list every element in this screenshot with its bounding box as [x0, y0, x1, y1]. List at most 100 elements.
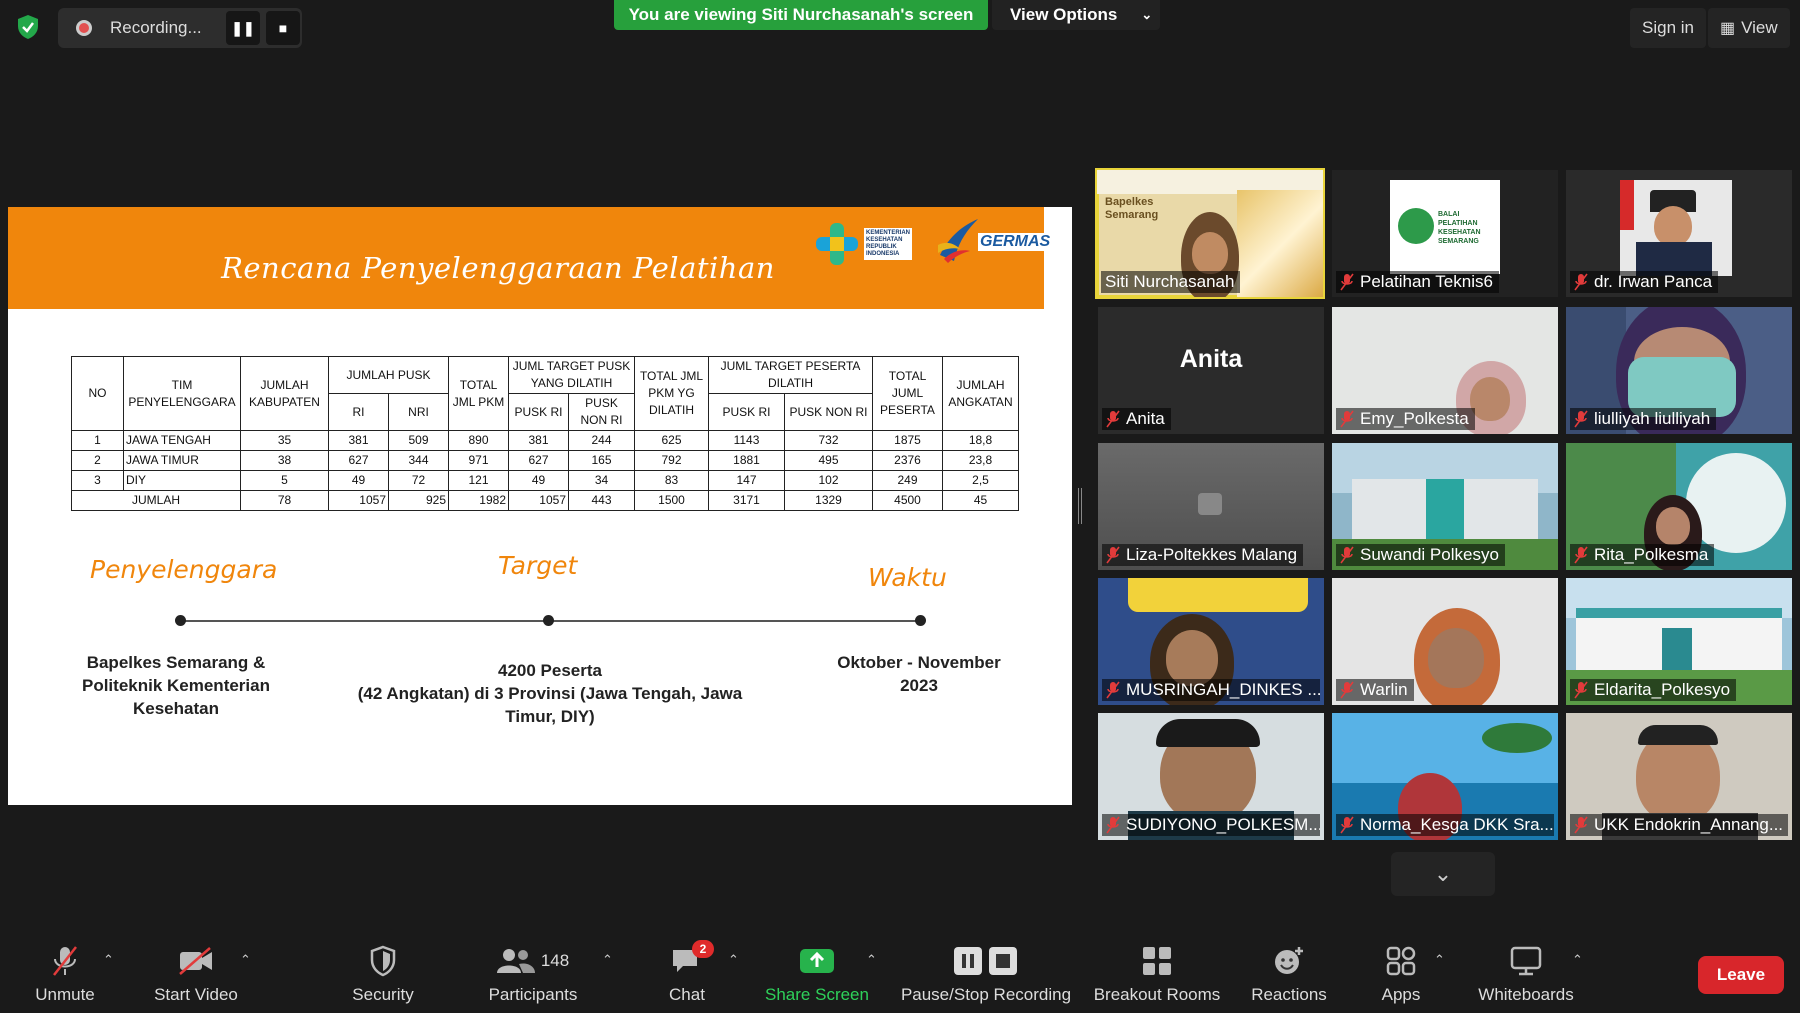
- cell-total-label: JUMLAH: [71, 490, 241, 511]
- security-shield-icon[interactable]: [14, 13, 42, 41]
- participants-label: Participants: [488, 985, 578, 1004]
- participant-tile[interactable]: Suwandi Polkesyo: [1332, 443, 1558, 570]
- cell-total-dilatih: 1500: [634, 490, 709, 511]
- pause-stop-label: Pause/Stop Recording: [900, 985, 1072, 1004]
- start-video-button[interactable]: Start Video: [146, 930, 246, 1013]
- mic-muted-icon: [1574, 410, 1588, 428]
- participant-name: Liza-Poltekkes Malang: [1102, 544, 1304, 566]
- smiley-plus-icon: [1273, 943, 1305, 979]
- th-pusk-ri: PUSK RI: [508, 393, 569, 431]
- participant-tile[interactable]: Warlin: [1332, 578, 1558, 705]
- person-face: [1166, 630, 1218, 686]
- cell-pusk-non-ri: 443: [568, 490, 635, 511]
- leave-button[interactable]: Leave: [1698, 956, 1784, 994]
- th-angkatan: JUMLAH ANGKATAN: [942, 356, 1019, 431]
- security-button[interactable]: Security: [340, 930, 426, 1013]
- table-row: 1 JAWA TENGAH 35 381 509 890 381 244 625…: [71, 430, 1019, 451]
- participant-tile[interactable]: BALAI PELATIHAN KESEHATAN SEMARANG Pelatih…: [1332, 170, 1558, 297]
- participant-tile[interactable]: Bapelkes Semarang Siti Nurchasanah: [1095, 168, 1325, 299]
- participant-name-label: UKK Endokrin_Annang...: [1594, 815, 1784, 834]
- participant-tile[interactable]: liulliyah liulliyah: [1566, 307, 1792, 434]
- video-options-caret-icon[interactable]: ⌃: [240, 952, 251, 968]
- participant-tile[interactable]: UKK Endokrin_Annang...: [1566, 713, 1792, 840]
- cell-kab: 5: [240, 470, 329, 491]
- apps-button[interactable]: Apps: [1366, 930, 1436, 1013]
- building: [1352, 479, 1538, 543]
- whiteboards-button[interactable]: Whiteboards: [1468, 930, 1584, 1013]
- participant-tile[interactable]: dr. Irwan Panca: [1566, 170, 1792, 297]
- kemenkes-cross-icon: [816, 223, 858, 265]
- mic-muted-icon: [1340, 816, 1354, 834]
- cell-peserta-non-ri: 1329: [784, 490, 873, 511]
- participant-tile[interactable]: Emy_Polkesta: [1332, 307, 1558, 434]
- timeline-dot: [543, 615, 554, 626]
- participant-tile[interactable]: Rita_Polkesma: [1566, 443, 1792, 570]
- cell-total-pkm: 121: [448, 470, 509, 491]
- share-screen-button[interactable]: Share Screen: [762, 930, 872, 1013]
- gallery-next-page-button[interactable]: ⌄: [1391, 852, 1495, 896]
- unmute-button[interactable]: Unmute: [22, 930, 108, 1013]
- cell-nri: 509: [388, 430, 449, 451]
- pause-stop-icon: [953, 943, 1019, 979]
- audio-options-caret-icon[interactable]: ⌃: [103, 952, 114, 968]
- participant-name-label: Rita_Polkesma: [1594, 545, 1709, 564]
- share-options-caret-icon[interactable]: ⌃: [866, 952, 877, 968]
- participant-tile[interactable]: MUSRINGAH_DINKES ...: [1098, 578, 1324, 705]
- video-placeholder-icon: [1198, 493, 1222, 515]
- breakout-rooms-icon: [1142, 943, 1172, 979]
- mic-muted-icon: [1574, 546, 1588, 564]
- view-options-label: View Options: [1010, 5, 1118, 24]
- whiteboards-label: Whiteboards: [1478, 985, 1574, 1004]
- th-no: NO: [71, 356, 124, 431]
- participant-tile[interactable]: Liza-Poltekkes Malang: [1098, 443, 1324, 570]
- chat-button[interactable]: Chat: [650, 930, 724, 1013]
- participants-options-caret-icon[interactable]: ⌃: [602, 952, 613, 968]
- panel-resize-handle[interactable]: [1078, 488, 1082, 524]
- th-target-pusk: JUML TARGET PUSK YANG DILATIH: [508, 356, 635, 394]
- reactions-button[interactable]: Reactions: [1240, 930, 1338, 1013]
- participant-tile[interactable]: Anita Anita: [1098, 307, 1324, 434]
- cell-total-dilatih: 83: [634, 470, 709, 491]
- chevron-down-icon: ⌄: [1141, 7, 1153, 22]
- chat-options-caret-icon[interactable]: ⌃: [728, 952, 739, 968]
- apps-options-caret-icon[interactable]: ⌃: [1434, 952, 1445, 968]
- germas-swoosh-icon: [938, 219, 978, 263]
- participant-name-label: Suwandi Polkesyo: [1360, 545, 1499, 564]
- germas-logo-text: GERMAS: [978, 233, 1053, 251]
- participant-name: Eldarita_Polkesyo: [1570, 679, 1737, 701]
- breakout-rooms-button[interactable]: Breakout Rooms: [1092, 930, 1222, 1013]
- whiteboards-options-caret-icon[interactable]: ⌃: [1572, 952, 1583, 968]
- target-line-2: (42 Angkatan) di 3 Provinsi (Jawa Tengah…: [357, 684, 743, 726]
- participant-name: Warlin: [1336, 679, 1414, 701]
- participant-name: SUDIYONO_POLKESM...: [1102, 814, 1320, 836]
- participant-tile[interactable]: Norma_Kesga DKK Sra...: [1332, 713, 1558, 840]
- view-label: View: [1741, 18, 1778, 37]
- table-row: 3 DIY 5 49 72 121 49 34 83 147 102 249 2…: [71, 470, 1019, 491]
- cell-total-peserta: 1875: [872, 430, 943, 451]
- view-button[interactable]: ▦ View: [1708, 8, 1790, 48]
- participant-name-label: dr. Irwan Panca: [1594, 272, 1713, 291]
- participant-tile[interactable]: SUDIYONO_POLKESM...: [1098, 713, 1324, 840]
- share-screen-label: Share Screen: [765, 985, 869, 1004]
- cell-ri: 49: [328, 470, 389, 491]
- mic-muted-icon: [1106, 681, 1120, 699]
- participants-count: 148: [540, 951, 570, 970]
- cell-total-pkm: 1982: [448, 490, 509, 511]
- participant-name-label: Warlin: [1360, 680, 1408, 699]
- building-door: [1662, 628, 1692, 670]
- cell-angkatan: 45: [942, 490, 1019, 511]
- participant-tile[interactable]: Eldarita_Polkesyo: [1566, 578, 1792, 705]
- shield-icon: [369, 943, 397, 979]
- view-options-button[interactable]: View Options ⌄: [992, 0, 1160, 30]
- sign-in-button[interactable]: Sign in: [1630, 8, 1706, 48]
- flag-red: [1620, 180, 1634, 230]
- pause-recording-button[interactable]: ❚❚: [226, 11, 260, 45]
- participants-button[interactable]: 148 Participants: [478, 930, 588, 1013]
- pause-stop-recording-button[interactable]: Pause/Stop Recording: [894, 930, 1078, 1013]
- reactions-label: Reactions: [1251, 985, 1327, 1004]
- cell-total-pkm: 890: [448, 430, 509, 451]
- cell-pusk-ri: 627: [508, 450, 569, 471]
- stop-icon: ■: [278, 20, 288, 36]
- target-heading: Target: [498, 551, 578, 580]
- stop-recording-button[interactable]: ■: [266, 11, 300, 45]
